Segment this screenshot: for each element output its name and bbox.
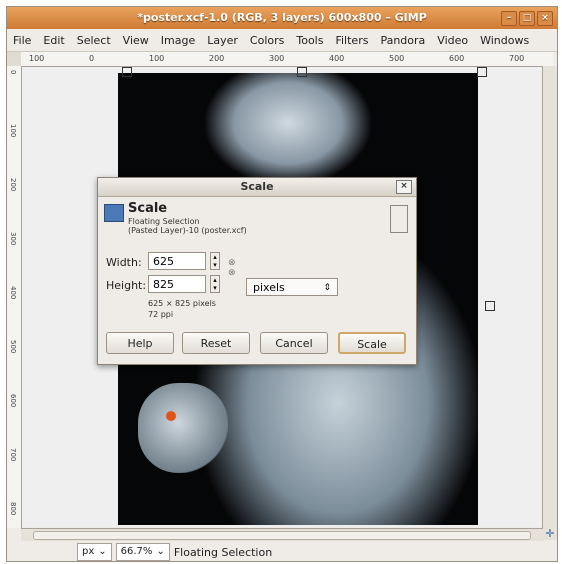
unit-label: px — [82, 546, 95, 557]
cancel-button[interactable]: Cancel — [260, 332, 328, 354]
menu-image[interactable]: Image — [155, 34, 201, 47]
v-ruler-tick: 0 — [9, 70, 17, 75]
vertical-ruler[interactable]: 0 100 200 300 400 500 600 700 800 — [7, 66, 22, 528]
window-titlebar[interactable]: *poster.xcf-1.0 (RGB, 3 layers) 600x800 … — [7, 7, 557, 29]
h-ruler-tick: 100 — [149, 54, 165, 63]
h-ruler-tick: 500 — [389, 54, 405, 63]
zoom-label: 66.7% — [120, 546, 153, 557]
selection-handle[interactable] — [477, 67, 487, 77]
height-input[interactable]: 825 — [148, 275, 206, 293]
menu-pandora[interactable]: Pandora — [374, 34, 431, 47]
v-ruler-tick: 400 — [9, 286, 17, 300]
gimp-window: *poster.xcf-1.0 (RGB, 3 layers) 600x800 … — [6, 6, 558, 562]
h-ruler-tick: 200 — [209, 54, 225, 63]
chevron-down-icon: ⌄ — [156, 546, 165, 557]
width-input[interactable]: 625 — [148, 252, 206, 270]
layer-preview — [390, 205, 408, 233]
menu-colors[interactable]: Colors — [244, 34, 290, 47]
scroll-thumb[interactable] — [33, 531, 531, 540]
v-ruler-tick: 100 — [9, 124, 17, 138]
dialog-heading: Scale — [128, 201, 168, 216]
ruler-corner[interactable] — [7, 52, 22, 67]
v-ruler-tick: 300 — [9, 232, 17, 246]
unit-dropdown-label: pixels — [253, 281, 285, 294]
menu-bar: File Edit Select View Image Layer Colors… — [7, 29, 557, 52]
vertical-scrollbar[interactable] — [542, 66, 557, 528]
h-ruler-tick: 100 — [29, 54, 45, 63]
dialog-titlebar[interactable]: Scale × — [98, 178, 416, 197]
resolution-info: 72 ppi — [148, 310, 174, 319]
scale-dialog: Scale × Scale Floating Selection (Pasted… — [97, 177, 417, 365]
scale-button[interactable]: Scale — [338, 332, 406, 354]
menu-windows[interactable]: Windows — [474, 34, 535, 47]
window-title: *poster.xcf-1.0 (RGB, 3 layers) 600x800 … — [137, 11, 427, 24]
menu-video[interactable]: Video — [431, 34, 474, 47]
height-spin-button[interactable]: ▴ ▾ — [210, 275, 220, 293]
chain-link-icon[interactable]: ⊗ ⊗ — [228, 258, 236, 284]
width-label: Width: — [106, 256, 142, 269]
dialog-header: Scale Floating Selection (Pasted Layer)-… — [98, 197, 416, 237]
zoom-selector[interactable]: 66.7% ⌄ — [115, 543, 170, 561]
maximize-button[interactable]: □ — [519, 11, 535, 26]
h-ruler-tick: 300 — [269, 54, 285, 63]
h-ruler-tick: 400 — [329, 54, 345, 63]
status-bar: px ⌄ 66.7% ⌄ Floating Selection — [7, 541, 557, 561]
selection-handle[interactable] — [485, 301, 495, 311]
menu-select[interactable]: Select — [71, 34, 117, 47]
close-window-button[interactable]: × — [537, 11, 553, 26]
size-info: 625 × 825 pixels — [148, 299, 216, 308]
hand-figure — [138, 383, 228, 473]
status-message: Floating Selection — [173, 545, 273, 559]
close-dialog-icon[interactable]: × — [396, 180, 412, 194]
help-button[interactable]: Help — [106, 332, 174, 354]
height-label: Height: — [106, 279, 147, 292]
dialog-title: Scale — [240, 180, 274, 193]
horizontal-ruler[interactable]: 100 0 100 200 300 400 500 600 700 — [21, 52, 553, 67]
v-ruler-tick: 500 — [9, 340, 17, 354]
minimize-button[interactable]: – — [501, 11, 517, 26]
h-ruler-tick: 0 — [89, 54, 95, 63]
chevron-updown-icon: ⇕ — [323, 283, 331, 293]
navigate-icon[interactable]: ✛ — [543, 528, 557, 540]
menu-tools[interactable]: Tools — [290, 34, 329, 47]
cigarette-ember — [166, 411, 176, 421]
unit-dropdown[interactable]: pixels ⇕ — [246, 278, 338, 296]
width-spin-button[interactable]: ▴ ▾ — [210, 252, 220, 270]
selection-handle[interactable] — [297, 67, 307, 77]
menu-filters[interactable]: Filters — [329, 34, 374, 47]
menu-edit[interactable]: Edit — [37, 34, 70, 47]
v-ruler-tick: 700 — [9, 448, 17, 462]
h-ruler-tick: 600 — [449, 54, 465, 63]
dialog-subtitle-layer: (Pasted Layer)-10 (poster.xcf) — [128, 226, 247, 235]
menu-layer[interactable]: Layer — [201, 34, 244, 47]
reset-button[interactable]: Reset — [182, 332, 250, 354]
v-ruler-tick: 600 — [9, 394, 17, 408]
dialog-subtitle: Floating Selection — [128, 217, 200, 226]
v-ruler-tick: 800 — [9, 502, 17, 516]
unit-selector[interactable]: px ⌄ — [77, 543, 112, 561]
v-ruler-tick: 200 — [9, 178, 17, 192]
menu-view[interactable]: View — [117, 34, 155, 47]
selection-handle[interactable] — [122, 67, 132, 77]
menu-file[interactable]: File — [7, 34, 37, 47]
horizontal-scrollbar[interactable] — [21, 528, 543, 541]
scale-tool-icon — [104, 204, 124, 222]
h-ruler-tick: 700 — [509, 54, 525, 63]
chevron-down-icon: ⌄ — [98, 546, 107, 557]
